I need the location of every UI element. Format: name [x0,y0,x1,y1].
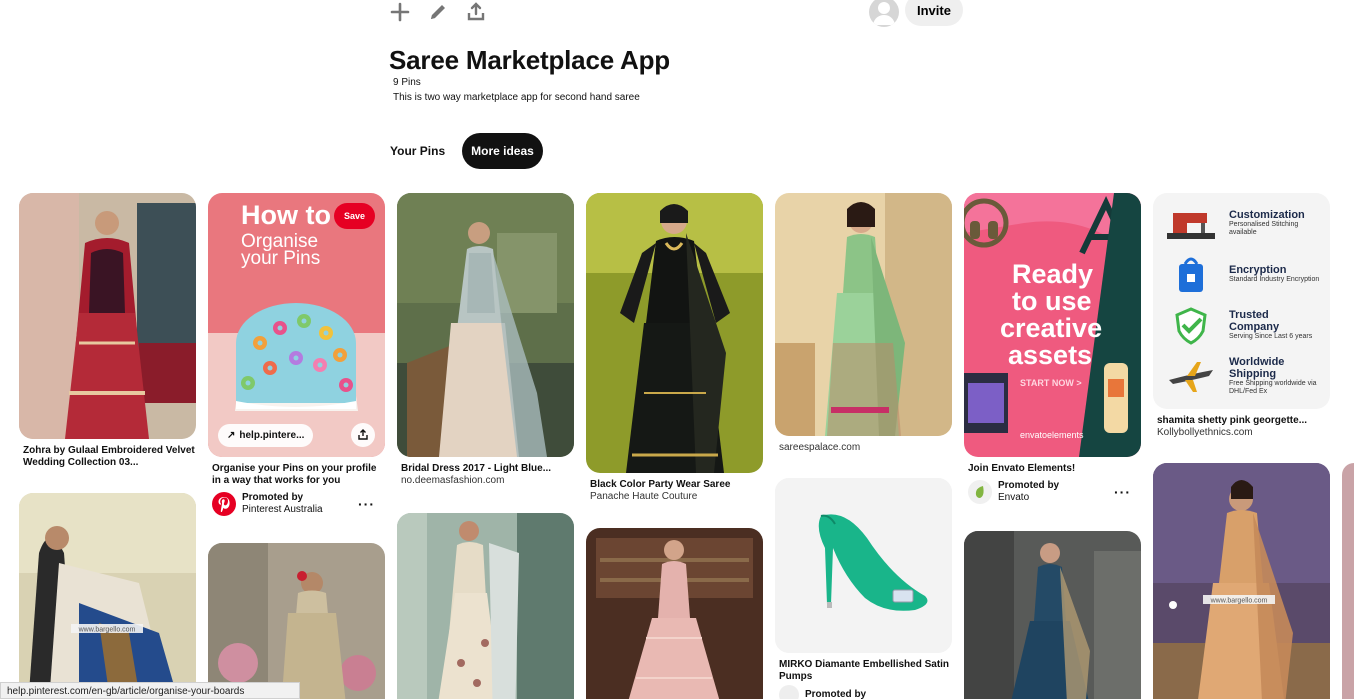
board-tabs: Your Pins More ideas [389,133,543,169]
pin-image[interactable]: Customization Personalised Stitching avai… [1153,193,1330,409]
more-options-icon[interactable]: ··· [1114,484,1131,500]
feature-subtitle: Standard Industry Encryption [1229,275,1320,283]
pin-card[interactable]: MIRKO Diamante Embellished Satin Pumps P… [775,478,952,699]
pin-card[interactable]: Zohra by Gulaal Embroidered Velvet Weddi… [19,193,196,469]
pin-title[interactable]: Zohra by Gulaal Embroidered Velvet Weddi… [19,445,196,469]
pin-image[interactable] [397,513,574,699]
pin-title[interactable]: Bridal Dress 2017 - Light Blue... [397,463,574,475]
promoted-by: Promoted by Pinterest Australia ··· [208,492,385,516]
ad-brand: envatoelements [1020,430,1084,440]
pinterest-logo-icon [212,492,236,516]
advertiser-logo-icon [779,685,799,699]
pin-card[interactable] [586,528,763,699]
ad-headline: creative [1000,313,1102,343]
tab-your-pins[interactable]: Your Pins [389,133,454,169]
advertiser-name[interactable]: Pinterest Australia [242,504,323,515]
pin-card[interactable]: Customization Personalised Stitching avai… [1153,193,1330,439]
pin-card[interactable]: Bridal Dress 2017 - Light Blue... no.dee… [397,193,574,487]
feature-row: Encryption Standard Industry Encryption [1153,248,1330,299]
pin-card[interactable]: www.bargello.com [1153,463,1330,699]
ad-headline: to use [1012,286,1092,316]
more-options-icon[interactable]: ··· [358,496,375,512]
board-description: This is two way marketplace app for seco… [393,92,640,103]
promoted-label: Promoted by [242,492,304,503]
feature-title: Customization [1229,208,1305,221]
ad-headline: Ready [1012,259,1093,289]
feature-row: Worldwide Shipping Free Shipping worldwid… [1153,350,1330,401]
pin-link-domain: help.pintere... [239,430,305,441]
bag-lock-icon [1163,254,1219,294]
arrow-up-right-icon: ↗ [227,430,236,441]
plus-icon[interactable] [388,0,412,24]
pin-image[interactable] [19,193,196,439]
ad-headline: How to [241,200,331,230]
board-title: Saree Marketplace App [389,45,670,75]
pin-card[interactable] [208,543,385,699]
feature-title: Encryption [1229,263,1287,276]
pin-card-partial[interactable] [1342,463,1354,699]
pin-title[interactable]: MIRKO Diamante Embellished Satin Pumps [775,659,952,683]
advertiser-name[interactable]: Envato [998,492,1029,503]
pin-link-chip[interactable]: ↗ help.pintere... [218,424,314,447]
pin-title[interactable]: shamita shetty pink georgette... [1153,415,1330,427]
share-icon[interactable] [464,0,488,24]
feature-row: Trusted Company Serving Since Last 6 year… [1153,299,1330,350]
pin-image[interactable] [397,193,574,457]
pin-image[interactable] [775,193,952,436]
collaborator-avatar[interactable] [869,0,899,27]
pin-title[interactable]: Organise your Pins on your profile in a … [208,463,385,487]
pin-card[interactable] [964,531,1141,699]
pin-image[interactable]: How to Organise your Pins Save ↗ help.pi… [208,193,385,457]
pin-image[interactable] [208,543,385,699]
pin-image[interactable]: Ready to use creative assets START NOW >… [964,193,1141,457]
pin-image[interactable] [775,478,952,653]
promoted-by: Promoted by [775,685,952,699]
envato-logo-icon [968,480,992,504]
pin-image[interactable]: www.bargello.com [19,493,196,699]
pin-card[interactable]: www.bargello.com [19,493,196,699]
pin-title[interactable]: Black Color Party Wear Saree [586,479,763,491]
shield-check-icon [1163,305,1219,345]
save-button[interactable]: Save [333,203,375,229]
pin-card[interactable] [397,513,574,699]
ad-cta: START NOW > [1020,378,1082,388]
feature-subtitle: Free Shipping worldwide via DHL/Fed Ex [1229,379,1317,395]
promoted-label: Promoted by [998,480,1060,491]
pin-source[interactable]: Kollybollyethnics.com [1153,427,1330,439]
pencil-icon[interactable] [426,0,450,24]
ad-headline: assets [1008,340,1092,370]
pin-title[interactable]: Join Envato Elements! [964,463,1141,475]
airplane-icon [1163,356,1219,396]
pin-count: 9 Pins [393,77,421,88]
tab-more-ideas[interactable]: More ideas [462,133,543,169]
sewing-machine-icon [1163,203,1219,243]
watermark: www.bargello.com [1210,598,1268,605]
feature-row: Customization Personalised Stitching avai… [1153,197,1330,248]
board-toolbar [388,0,488,24]
watermark: www.bargello.com [78,627,136,634]
feature-title: Worldwide Shipping [1229,355,1285,380]
pin-source[interactable]: no.deemasfashion.com [397,475,574,487]
pin-source[interactable]: Panache Haute Couture [586,491,763,503]
feature-subtitle: Personalised Stitching available [1229,220,1299,236]
status-bar-url: help.pinterest.com/en-gb/article/organis… [0,682,300,699]
promoted-by: Promoted by Envato ··· [964,480,1141,504]
ad-headline: your Pins [241,248,320,269]
invite-button[interactable]: Invite [905,0,963,26]
pin-source[interactable]: sareespalace.com [775,442,952,454]
pin-card[interactable]: Ready to use creative assets START NOW >… [964,193,1141,504]
pin-image[interactable] [964,531,1141,699]
pin-image[interactable] [586,193,763,473]
pin-card[interactable]: Black Color Party Wear Saree Panache Hau… [586,193,763,503]
pin-image[interactable] [586,528,763,699]
share-icon[interactable] [351,423,375,447]
promoted-label: Promoted by [805,689,867,699]
pin-image[interactable]: www.bargello.com [1153,463,1330,699]
pin-card[interactable]: sareespalace.com [775,193,952,454]
feature-title: Trusted Company [1229,308,1280,333]
feature-subtitle: Serving Since Last 6 years [1229,332,1313,340]
user-icon [873,2,895,25]
pin-card[interactable]: How to Organise your Pins Save ↗ help.pi… [208,193,385,516]
